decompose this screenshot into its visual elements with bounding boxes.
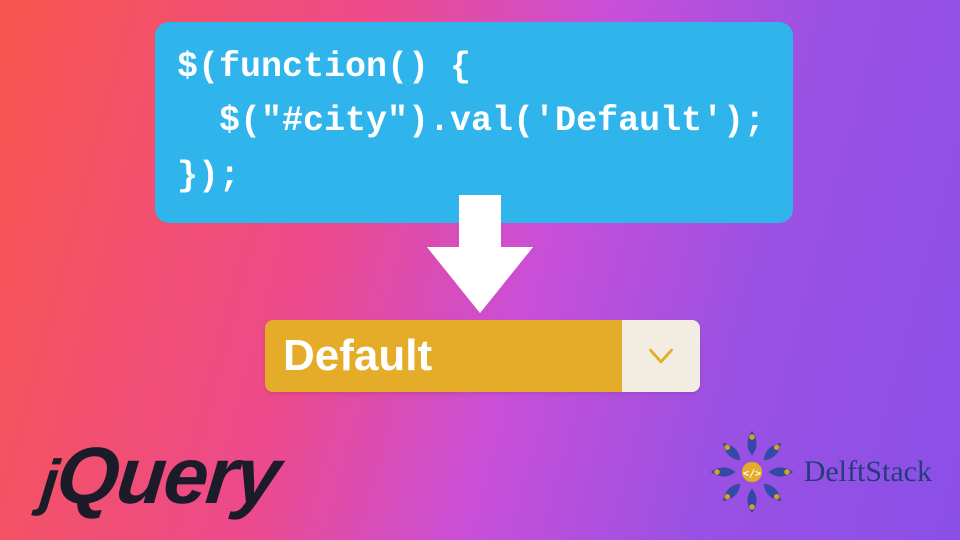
jquery-logo-text: Query	[53, 431, 284, 520]
code-line-2: $("#city").val('Default');	[177, 101, 765, 141]
delftstack-logo: </> DelftStack	[706, 426, 932, 518]
code-snippet-box: $(function() { $("#city").val('Default')…	[155, 22, 793, 223]
delftstack-logo-text: DelftStack	[804, 455, 932, 489]
mandala-icon: </>	[706, 426, 798, 518]
select-dropdown[interactable]: Default	[265, 320, 700, 392]
code-line-3: });	[177, 156, 240, 196]
down-arrow-icon	[427, 195, 533, 320]
select-value: Default	[265, 320, 622, 392]
code-line-1: $(function() {	[177, 47, 471, 87]
select-value-text: Default	[283, 331, 432, 381]
select-toggle-button[interactable]	[622, 320, 700, 392]
jquery-logo: jQuery	[37, 430, 283, 522]
svg-text:</>: </>	[743, 469, 761, 480]
chevron-down-icon	[647, 342, 675, 370]
